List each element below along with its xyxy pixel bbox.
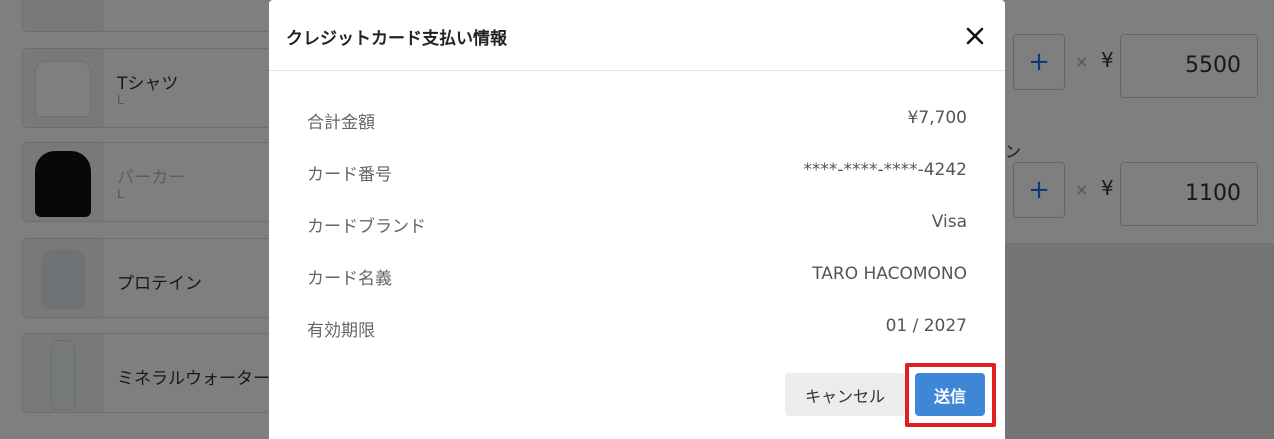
row-value: ****-****-****-4242 [803,160,967,180]
credit-card-modal: クレジットカード支払い情報 合計金額 ¥7,700 カード番号 ****-***… [269,0,1005,439]
row-label: カードブランド [307,217,426,237]
row-value: 01 / 2027 [885,316,967,336]
close-icon[interactable] [961,22,989,50]
row-label: カード番号 [307,165,392,185]
total-amount-row: 合計金額 ¥7,700 [307,108,967,133]
row-value: ¥7,700 [907,108,967,128]
cancel-button[interactable]: キャンセル [785,373,905,416]
card-brand-row: カードブランド Visa [307,212,967,237]
row-value: Visa [931,212,967,232]
card-holder-row: カード名義 TARO HACOMONO [307,264,967,289]
row-label: カード名義 [307,269,392,289]
expiry-row: 有効期限 01 / 2027 [307,316,967,341]
submit-button[interactable]: 送信 [915,373,985,416]
row-value: TARO HACOMONO [812,264,967,284]
modal-title: クレジットカード支払い情報 [286,29,507,49]
row-label: 有効期限 [307,321,375,341]
row-label: 合計金額 [307,113,375,133]
card-number-row: カード番号 ****-****-****-4242 [307,160,967,185]
modal-header: クレジットカード支払い情報 [269,0,1005,71]
